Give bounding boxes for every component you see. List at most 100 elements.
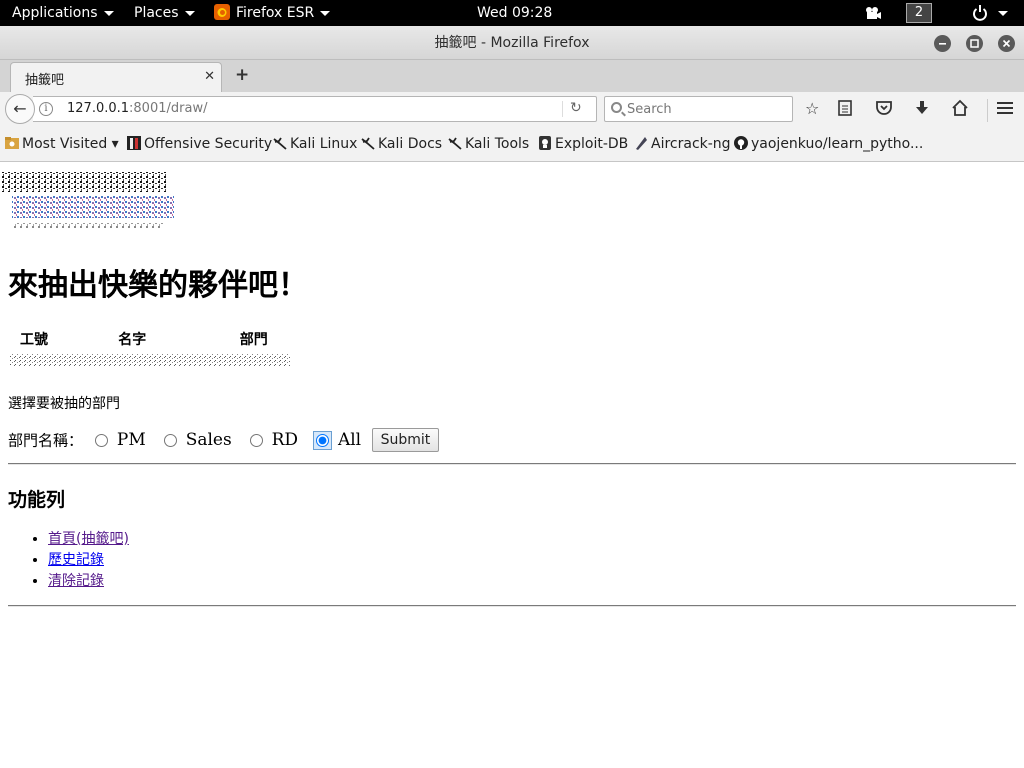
bookmark-label: Kali Linux [290,136,358,152]
list-item: 清除記錄 [48,570,129,591]
kali-dragon-icon [448,137,462,150]
radio-all[interactable] [315,433,329,447]
clock[interactable]: Wed 09:28 [477,0,552,26]
close-window-button[interactable] [998,35,1015,52]
reading-list-icon[interactable] [837,99,853,122]
firefox-icon [214,4,230,20]
radio-sales-label[interactable]: Sales [186,430,232,450]
chevron-down-icon [320,10,331,16]
minimize-icon [939,43,946,45]
page-title: 來抽出快樂的夥伴吧！ [8,268,308,303]
column-header-department: 部門 [239,332,268,348]
tab-close-icon[interactable]: ✕ [204,69,215,84]
new-tab-button[interactable]: + [235,65,249,85]
link-home[interactable]: 首頁(抽籤吧) [48,531,129,547]
pocket-icon[interactable] [875,99,893,122]
bookmark-github-learn-python[interactable]: yaojenkuo/learn_pytho... [734,136,923,152]
app-name-label: Firefox ESR [236,5,315,21]
navigation-toolbar: i 127.0.0.1:8001/draw/ ↻ ← ☆ [0,92,1024,126]
video-camera-icon[interactable] [864,0,882,26]
tab-title: 抽籤吧 [25,73,65,88]
bookmark-kali-docs[interactable]: Kali Docs [361,136,442,152]
bookmark-label: yaojenkuo/learn_pytho... [751,136,924,152]
bookmark-star-icon[interactable]: ☆ [805,99,819,119]
reload-icon[interactable]: ↻ [570,100,582,116]
bookmark-aircrack-ng[interactable]: Aircrack-ng [634,136,731,152]
radio-all-label[interactable]: All [338,430,361,450]
radio-pm-label[interactable]: PM [117,430,146,450]
applications-label: Applications [12,5,98,21]
function-menu-list: 首頁(抽籤吧) 歷史記錄 清除記錄 [48,528,129,591]
redacted-row-image [10,354,290,366]
github-icon [734,136,748,150]
search-bar[interactable] [604,96,793,122]
places-menu[interactable]: Places [134,0,195,26]
maximize-button[interactable] [966,35,983,52]
divider [8,605,1016,607]
department-prompt: 選擇要被抽的部門 [8,396,120,412]
app-menu-firefox[interactable]: Firefox ESR [214,0,331,26]
bookmark-offensive-security[interactable]: Offensive Security [127,136,272,152]
submit-button[interactable]: Submit [371,428,440,452]
aircrack-icon [636,137,647,150]
list-item: 歷史記錄 [48,549,129,570]
bookmark-label: Most Visited ▾ [22,136,119,152]
url-host: 127.0.0.1 [67,101,130,116]
arrow-left-icon: ← [13,99,27,118]
bookmark-kali-linux[interactable]: Kali Linux [273,136,357,152]
url-bar[interactable]: i 127.0.0.1:8001/draw/ ↻ [33,96,597,122]
search-input[interactable] [627,98,787,120]
tab-active[interactable]: 抽籤吧 ✕ [10,62,222,92]
bookmark-kali-tools[interactable]: Kali Tools [448,136,529,152]
power-icon [973,5,987,21]
offsec-icon [127,136,141,150]
radio-rd[interactable] [250,433,264,447]
link-history[interactable]: 歷史記錄 [48,552,104,568]
radio-sales[interactable] [164,433,178,447]
table-row [10,352,290,372]
home-icon[interactable] [951,99,969,122]
kali-dragon-icon [361,137,375,150]
tab-strip: 抽籤吧 ✕ + [0,60,1024,92]
plus-icon: + [235,65,250,85]
close-icon [1002,39,1011,48]
radio-rd-label[interactable]: RD [272,430,298,450]
bookmark-label: Kali Docs [378,136,443,152]
column-header-id: 工號 [20,332,48,348]
chevron-down-icon [998,10,1008,16]
redacted-row [10,352,290,372]
radio-pm[interactable] [95,433,109,447]
bookmark-label: Offensive Security [144,136,273,152]
table-header-row: 工號 名字 部門 [10,328,290,350]
bookmark-label: Aircrack-ng [651,136,731,152]
system-menu[interactable] [972,0,1008,26]
list-item: 首頁(抽籤吧) [48,528,129,549]
page-content: 來抽出快樂的夥伴吧！ 工號 名字 部門 選擇要被抽的部門 部門名稱： PM Sa… [0,162,1024,768]
kali-dragon-icon [273,137,287,150]
function-menu-heading: 功能列 [8,489,66,511]
url-text[interactable]: 127.0.0.1:8001/draw/ [67,101,207,116]
bookmark-exploit-db[interactable]: Exploit-DB [538,136,628,152]
star-folder-icon [5,137,19,149]
workspace-indicator[interactable]: 2 [906,3,932,23]
minimize-button[interactable] [934,35,951,52]
department-name-label: 部門名稱： [8,431,84,450]
bookmark-label: Exploit-DB [555,136,629,152]
bookmark-most-visited[interactable]: Most Visited ▾ [5,136,119,152]
link-clear-history[interactable]: 清除記錄 [48,573,104,589]
download-icon[interactable] [913,99,931,122]
applications-menu[interactable]: Applications [12,0,114,26]
department-form: 部門名稱： PM Sales RD All Submit [8,428,440,456]
hamburger-menu-icon[interactable] [987,99,1014,122]
window-titlebar[interactable]: 抽籤吧 - Mozilla Firefox [0,26,1024,60]
info-icon[interactable]: i [39,102,53,116]
window-title: 抽籤吧 - Mozilla Firefox [434,35,590,51]
site-logo-image [2,172,174,228]
chevron-down-icon [184,10,195,16]
divider [8,463,1016,465]
back-button[interactable]: ← [5,94,35,124]
maximize-icon [970,39,979,48]
employee-table: 工號 名字 部門 [8,326,292,374]
gnome-top-panel: Applications Places Firefox ESR Wed 09:2… [0,0,1024,26]
exploitdb-icon [539,136,551,150]
